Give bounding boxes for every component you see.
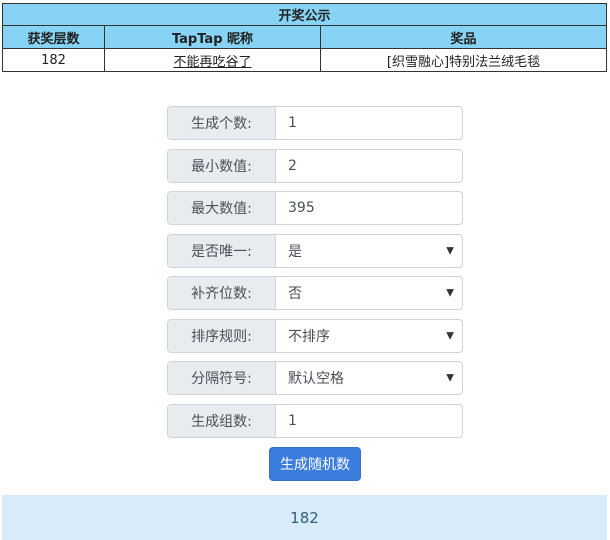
- field-unique: 是否唯一: 是 ▼: [167, 233, 463, 268]
- chevron-down-icon: ▼: [446, 330, 454, 341]
- separator-select[interactable]: 默认空格 ▼: [276, 362, 462, 394]
- cell-floor: 182: [2, 48, 105, 72]
- field-count-label: 生成个数:: [168, 107, 276, 139]
- chevron-down-icon: ▼: [446, 287, 454, 299]
- max-input[interactable]: 395: [276, 192, 462, 224]
- sort-select[interactable]: 不排序 ▼: [276, 320, 462, 352]
- unique-select-value: 是: [288, 243, 302, 260]
- count-input[interactable]: 1: [276, 107, 462, 139]
- field-sort-label: 排序规则:: [168, 319, 276, 352]
- field-groups: 生成组数: 1: [167, 403, 463, 438]
- table-row: 182 不能再吃谷了 [织雪融心]特别法兰绒毛毯: [2, 48, 607, 72]
- chevron-down-icon: ▼: [446, 372, 454, 384]
- field-separator-label: 分隔符号:: [168, 362, 276, 394]
- result-output: 182: [2, 495, 607, 540]
- header-floor: 获奖层数: [2, 25, 105, 49]
- field-max: 最大数值: 395: [167, 191, 463, 225]
- chevron-down-icon: ▼: [446, 245, 454, 256]
- generate-button[interactable]: 生成随机数: [269, 447, 361, 481]
- random-generator-form: 生成个数: 1 最小数值: 2 最大数值: 395 是否唯一: 是 ▼ 补齐位数…: [167, 106, 463, 446]
- header-prize: 奖品: [320, 25, 607, 49]
- table-caption: 开奖公示: [2, 3, 607, 26]
- field-min: 最小数值: 2: [167, 148, 463, 183]
- padding-select[interactable]: 否 ▼: [276, 277, 462, 309]
- field-sort: 排序规则: 不排序 ▼: [167, 318, 463, 353]
- field-separator: 分隔符号: 默认空格 ▼: [167, 361, 463, 395]
- cell-nickname-link[interactable]: 不能再吃谷了: [104, 48, 321, 72]
- field-groups-label: 生成组数:: [168, 404, 276, 437]
- groups-input[interactable]: 1: [276, 405, 462, 437]
- field-min-label: 最小数值:: [168, 149, 276, 182]
- field-count: 生成个数: 1: [167, 106, 463, 140]
- field-max-label: 最大数值:: [168, 192, 276, 224]
- field-unique-label: 是否唯一:: [168, 234, 276, 267]
- min-input[interactable]: 2: [276, 150, 462, 182]
- unique-select[interactable]: 是 ▼: [276, 235, 462, 267]
- header-nickname: TapTap 昵称: [104, 25, 321, 49]
- field-padding-label: 补齐位数:: [168, 277, 276, 309]
- prize-announcement-table: 开奖公示 获奖层数 TapTap 昵称 奖品 182 不能再吃谷了 [织雪融心]…: [2, 3, 607, 72]
- cell-prize: [织雪融心]特别法兰绒毛毯: [320, 48, 607, 72]
- separator-select-value: 默认空格: [288, 371, 344, 387]
- sort-select-value: 不排序: [288, 328, 330, 345]
- field-padding: 补齐位数: 否 ▼: [167, 276, 463, 310]
- padding-select-value: 否: [288, 286, 302, 302]
